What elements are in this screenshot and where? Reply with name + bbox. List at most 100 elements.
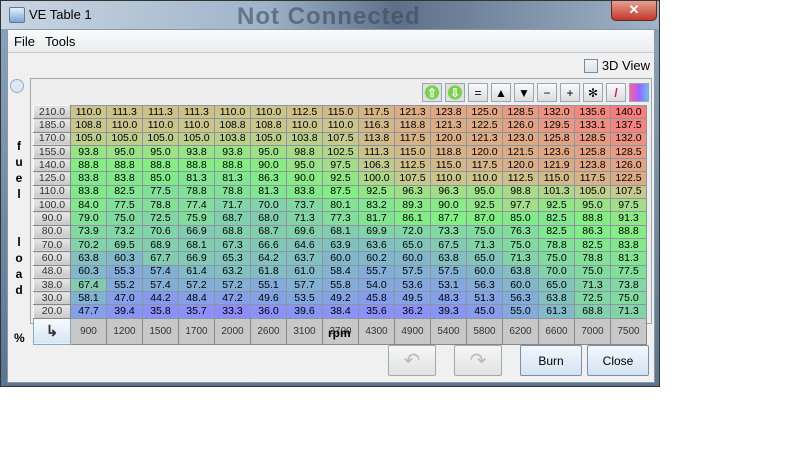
ve-cell[interactable]: 63.9 [322, 237, 359, 253]
ve-cell[interactable]: 75.0 [610, 291, 647, 306]
ve-cell[interactable]: 77.3 [322, 211, 359, 226]
ve-cell[interactable]: 112.5 [502, 171, 539, 186]
ve-cell[interactable]: 111.3 [358, 144, 395, 160]
add-button[interactable]: + [560, 83, 580, 102]
ve-cell[interactable]: 78.8 [178, 184, 215, 200]
ve-cell[interactable]: 95.0 [466, 184, 503, 200]
load-axis-cell[interactable]: 170.0 [33, 131, 71, 146]
ve-cell[interactable]: 56.3 [502, 291, 539, 306]
title-bar[interactable]: VE Table 1 Not Connected ✕ [1, 1, 659, 30]
ve-cell[interactable]: 64.6 [286, 237, 323, 253]
rpm-axis-cell[interactable]: 4900 [394, 317, 431, 345]
rpm-axis-cell[interactable]: 5800 [466, 317, 503, 345]
ve-cell[interactable]: 70.6 [142, 224, 179, 239]
ve-cell[interactable]: 121.3 [466, 131, 503, 146]
ve-cell[interactable]: 118.8 [394, 118, 431, 133]
ve-cell[interactable]: 79.0 [70, 211, 107, 226]
ve-cell[interactable]: 95.0 [574, 198, 611, 213]
ve-cell[interactable]: 98.8 [286, 144, 323, 160]
ve-cell[interactable]: 67.7 [142, 251, 179, 266]
ve-cell[interactable]: 63.7 [286, 251, 323, 266]
ve-cell[interactable]: 121.9 [538, 158, 575, 173]
ve-cell[interactable]: 92.5 [322, 171, 359, 186]
ve-cell[interactable]: 78.8 [574, 251, 611, 266]
ve-cell[interactable]: 81.3 [178, 171, 215, 186]
ve-cell[interactable]: 82.5 [538, 211, 575, 226]
ve-cell[interactable]: 107.5 [610, 184, 647, 200]
ve-cell[interactable]: 55.8 [322, 277, 359, 293]
ve-cell[interactable]: 61.3 [538, 304, 575, 319]
ve-cell[interactable]: 75.9 [178, 211, 215, 226]
ve-cell[interactable]: 86.1 [394, 211, 431, 226]
ve-cell[interactable]: 91.3 [610, 211, 647, 226]
ve-cell[interactable]: 78.8 [538, 237, 575, 253]
ve-cell[interactable]: 72.0 [394, 224, 431, 239]
ve-cell[interactable]: 73.9 [70, 224, 107, 239]
ve-cell[interactable]: 65.0 [538, 277, 575, 293]
set-equal-button[interactable]: = [468, 83, 488, 102]
ve-cell[interactable]: 77.5 [106, 198, 143, 213]
ve-cell[interactable]: 117.5 [466, 158, 503, 173]
rpm-axis-cell[interactable]: 900 [70, 317, 107, 345]
rpm-axis-cell[interactable]: 1200 [106, 317, 143, 345]
ve-cell[interactable]: 97.7 [502, 198, 539, 213]
ve-cell[interactable]: 71.3 [574, 277, 611, 293]
ve-cell[interactable]: 71.3 [502, 251, 539, 266]
ve-cell[interactable]: 77.4 [178, 198, 215, 213]
ve-cell[interactable]: 49.6 [250, 291, 287, 306]
ve-cell[interactable]: 93.8 [70, 144, 107, 160]
ve-cell[interactable]: 100.0 [358, 171, 395, 186]
ve-cell[interactable]: 63.8 [70, 251, 107, 266]
burn-button[interactable]: Burn [520, 345, 582, 376]
rpm-axis-cell[interactable]: 2000 [214, 317, 251, 345]
ve-cell[interactable]: 71.3 [610, 304, 647, 319]
load-axis-cell[interactable]: 30.0 [33, 291, 71, 306]
ve-cell[interactable]: 33.3 [214, 304, 251, 319]
ve-cell[interactable]: 93.8 [214, 144, 251, 160]
color-scale-button[interactable] [629, 83, 649, 102]
ve-cell[interactable]: 55.7 [358, 264, 395, 279]
ve-cell[interactable]: 107.5 [322, 131, 359, 146]
ve-cell[interactable]: 121.3 [430, 118, 467, 133]
ve-cell[interactable]: 122.5 [466, 118, 503, 133]
ve-cell[interactable]: 35.8 [142, 304, 179, 319]
ve-cell[interactable]: 48.4 [178, 291, 215, 306]
ve-cell[interactable]: 69.5 [106, 237, 143, 253]
ve-cell[interactable]: 53.1 [430, 277, 467, 293]
ve-cell[interactable]: 82.5 [538, 224, 575, 239]
ve-cell[interactable]: 110.0 [214, 104, 251, 120]
ve-cell[interactable]: 110.0 [178, 118, 215, 133]
ve-cell[interactable]: 105.0 [106, 131, 143, 146]
ve-cell[interactable]: 129.5 [538, 118, 575, 133]
load-axis-cell[interactable]: 60.0 [33, 251, 71, 266]
ve-cell[interactable]: 88.8 [178, 158, 215, 173]
ve-cell[interactable]: 72.5 [142, 211, 179, 226]
rpm-axis-cell[interactable]: 3100 [286, 317, 323, 345]
rpm-axis-cell[interactable]: 1700 [178, 317, 215, 345]
ve-cell[interactable]: 90.0 [286, 171, 323, 186]
ve-cell[interactable]: 106.3 [358, 158, 395, 173]
ve-cell[interactable]: 123.8 [574, 158, 611, 173]
load-axis-cell[interactable]: 38.0 [33, 277, 71, 293]
ve-cell[interactable]: 68.1 [178, 237, 215, 253]
ve-cell[interactable]: 57.5 [394, 264, 431, 279]
ve-cell[interactable]: 133.1 [574, 118, 611, 133]
ve-cell[interactable]: 88.8 [106, 158, 143, 173]
ve-cell[interactable]: 60.0 [502, 277, 539, 293]
ve-cell[interactable]: 63.6 [358, 237, 395, 253]
ve-cell[interactable]: 128.5 [574, 131, 611, 146]
ve-cell[interactable]: 75.0 [538, 251, 575, 266]
ve-cell[interactable]: 110.0 [322, 118, 359, 133]
ve-cell[interactable]: 96.3 [430, 184, 467, 200]
menu-tools[interactable]: Tools [45, 34, 75, 49]
ve-cell[interactable]: 126.0 [502, 118, 539, 133]
ve-cell[interactable]: 81.3 [610, 251, 647, 266]
ve-cell[interactable]: 83.8 [70, 171, 107, 186]
ve-cell[interactable]: 53.6 [394, 277, 431, 293]
ve-cell[interactable]: 113.8 [358, 131, 395, 146]
ve-cell[interactable]: 128.5 [610, 144, 647, 160]
ve-cell[interactable]: 39.6 [286, 304, 323, 319]
ve-cell[interactable]: 103.8 [214, 131, 251, 146]
ve-cell[interactable]: 88.8 [70, 158, 107, 173]
ve-cell[interactable]: 44.2 [142, 291, 179, 306]
